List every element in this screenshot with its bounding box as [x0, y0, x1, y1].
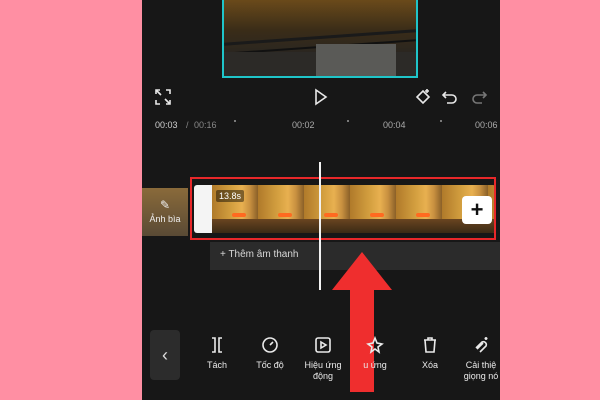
undo-icon[interactable]: [441, 88, 459, 108]
total-time: 00:16: [194, 120, 217, 130]
tool-effects[interactable]: u ứng: [350, 336, 400, 371]
tool-delete[interactable]: Xóa: [405, 336, 455, 371]
tool-speed[interactable]: Tốc độ: [245, 336, 295, 371]
current-time: 00:03: [155, 120, 178, 130]
tick-label: 00:04: [383, 120, 406, 130]
tick-label: 00:06: [475, 120, 498, 130]
tool-split[interactable]: Tách: [192, 336, 242, 371]
time-separator: /: [186, 120, 189, 130]
add-clip-button[interactable]: +: [462, 196, 492, 224]
edit-icon: ✎: [159, 198, 171, 212]
speed-icon: [262, 337, 278, 353]
trash-icon: [424, 337, 436, 353]
redo-icon[interactable]: [470, 88, 488, 108]
cover-button[interactable]: ✎ Ảnh bìa: [142, 188, 188, 236]
voice-enhance-icon: [475, 337, 488, 353]
cover-label: Ảnh bìa: [149, 214, 181, 224]
keyframe-icon[interactable]: [414, 88, 432, 108]
bottom-toolbar: ‹ Tách Tốc độ Hiệu ứng động u ứng Xóa Cả…: [142, 326, 500, 400]
tool-voice-enhance[interactable]: Cải thiệ giọng nó: [456, 336, 500, 382]
animation-icon: [315, 337, 331, 353]
effects-icon: [366, 336, 384, 354]
tick-label: 00:02: [292, 120, 315, 130]
tool-animation[interactable]: Hiệu ứng động: [298, 336, 348, 382]
video-preview[interactable]: [222, 0, 418, 78]
split-icon: [212, 337, 222, 353]
highlight-frame: [190, 177, 496, 240]
fullscreen-icon[interactable]: [154, 88, 172, 108]
timeline-ruler: 00:03 / 00:16 00:02 00:04 00:06: [142, 120, 500, 134]
playhead[interactable]: [319, 162, 321, 290]
back-button[interactable]: ‹: [150, 330, 180, 380]
play-icon[interactable]: [311, 88, 329, 108]
editor-screen: 00:03 / 00:16 00:02 00:04 00:06 ✎ Ảnh bì…: [142, 0, 500, 400]
